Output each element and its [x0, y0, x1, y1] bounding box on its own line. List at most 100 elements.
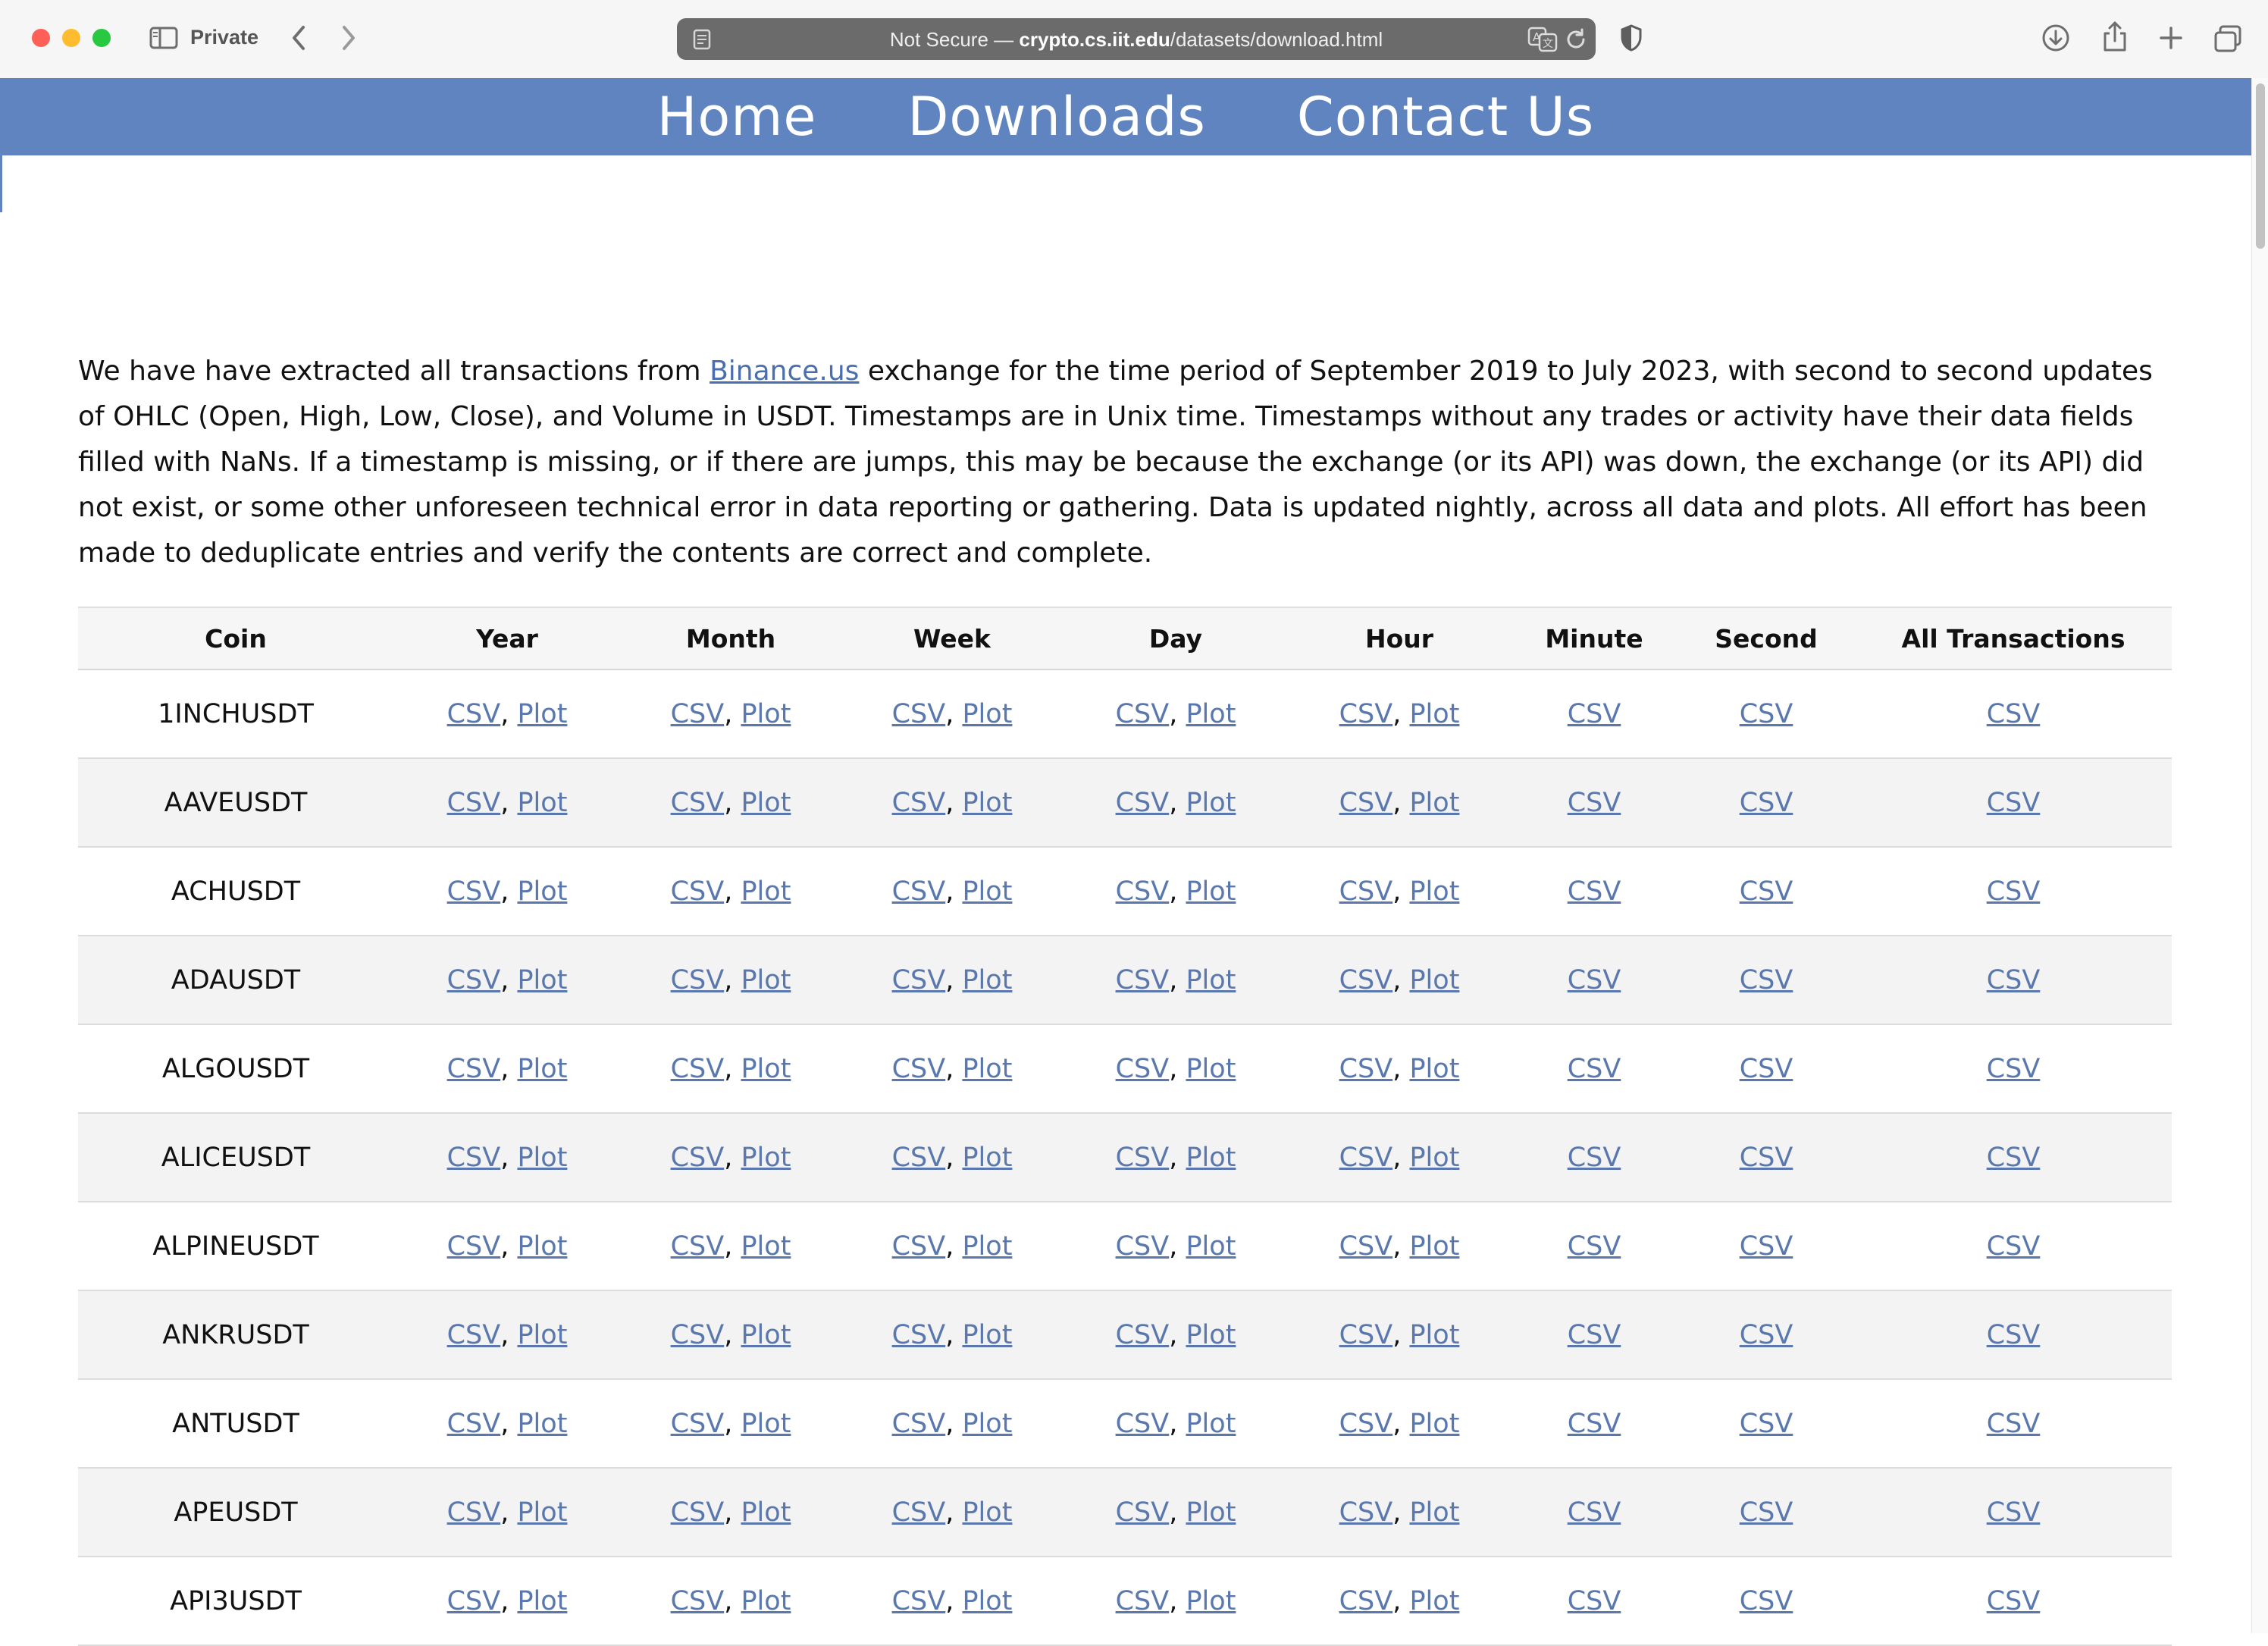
nav-contact-link[interactable]: Contact Us: [1297, 86, 1594, 148]
close-window-button[interactable]: [32, 29, 50, 47]
hour-csv-link[interactable]: CSV: [1339, 699, 1393, 729]
second-csv-link[interactable]: CSV: [1740, 699, 1793, 729]
second-csv-link[interactable]: CSV: [1740, 876, 1793, 907]
week-csv-link[interactable]: CSV: [892, 699, 946, 729]
day-plot-link[interactable]: Plot: [1186, 1409, 1236, 1439]
day-csv-link[interactable]: CSV: [1116, 1320, 1170, 1350]
minute-csv-link[interactable]: CSV: [1568, 1231, 1621, 1262]
hour-plot-link[interactable]: Plot: [1409, 1497, 1459, 1528]
hour-plot-link[interactable]: Plot: [1409, 1143, 1459, 1173]
all-transactions-csv-link[interactable]: CSV: [1987, 1409, 2041, 1439]
minute-csv-link[interactable]: CSV: [1568, 1586, 1621, 1616]
hour-plot-link[interactable]: Plot: [1409, 1054, 1459, 1084]
day-plot-link[interactable]: Plot: [1186, 1497, 1236, 1528]
day-plot-link[interactable]: Plot: [1186, 699, 1236, 729]
month-csv-link[interactable]: CSV: [671, 1497, 725, 1528]
second-csv-link[interactable]: CSV: [1740, 1143, 1793, 1173]
month-plot-link[interactable]: Plot: [741, 699, 791, 729]
year-csv-link[interactable]: CSV: [447, 876, 501, 907]
week-plot-link[interactable]: Plot: [962, 1143, 1012, 1173]
month-csv-link[interactable]: CSV: [671, 1143, 725, 1173]
week-csv-link[interactable]: CSV: [892, 788, 946, 818]
hour-plot-link[interactable]: Plot: [1409, 1231, 1459, 1262]
address-bar[interactable]: Not Secure — crypto.cs.iit.edu/datasets/…: [677, 18, 1596, 60]
week-csv-link[interactable]: CSV: [892, 1497, 946, 1528]
hour-csv-link[interactable]: CSV: [1339, 788, 1393, 818]
hour-csv-link[interactable]: CSV: [1339, 1497, 1393, 1528]
minute-csv-link[interactable]: CSV: [1568, 1320, 1621, 1350]
second-csv-link[interactable]: CSV: [1740, 1586, 1793, 1616]
day-csv-link[interactable]: CSV: [1116, 1143, 1170, 1173]
day-csv-link[interactable]: CSV: [1116, 1054, 1170, 1084]
hour-csv-link[interactable]: CSV: [1339, 1143, 1393, 1173]
year-csv-link[interactable]: CSV: [447, 1586, 501, 1616]
year-csv-link[interactable]: CSV: [447, 1409, 501, 1439]
month-csv-link[interactable]: CSV: [671, 1054, 725, 1084]
year-csv-link[interactable]: CSV: [447, 1231, 501, 1262]
month-csv-link[interactable]: CSV: [671, 699, 725, 729]
reload-icon[interactable]: [1564, 27, 1590, 52]
hour-csv-link[interactable]: CSV: [1339, 965, 1393, 995]
month-csv-link[interactable]: CSV: [671, 788, 725, 818]
minute-csv-link[interactable]: CSV: [1568, 965, 1621, 995]
back-chevron-icon[interactable]: [282, 21, 315, 55]
month-plot-link[interactable]: Plot: [741, 1586, 791, 1616]
year-csv-link[interactable]: CSV: [447, 1497, 501, 1528]
week-plot-link[interactable]: Plot: [962, 965, 1012, 995]
minimize-window-button[interactable]: [62, 29, 80, 47]
all-transactions-csv-link[interactable]: CSV: [1987, 1231, 2041, 1262]
nav-home-link[interactable]: Home: [657, 86, 817, 148]
hour-plot-link[interactable]: Plot: [1409, 1320, 1459, 1350]
minute-csv-link[interactable]: CSV: [1568, 699, 1621, 729]
year-plot-link[interactable]: Plot: [517, 788, 567, 818]
second-csv-link[interactable]: CSV: [1740, 965, 1793, 995]
year-csv-link[interactable]: CSV: [447, 788, 501, 818]
month-plot-link[interactable]: Plot: [741, 1409, 791, 1439]
day-csv-link[interactable]: CSV: [1116, 699, 1170, 729]
day-csv-link[interactable]: CSV: [1116, 965, 1170, 995]
second-csv-link[interactable]: CSV: [1740, 1497, 1793, 1528]
second-csv-link[interactable]: CSV: [1740, 1409, 1793, 1439]
zoom-window-button[interactable]: [92, 29, 111, 47]
day-plot-link[interactable]: Plot: [1186, 788, 1236, 818]
week-csv-link[interactable]: CSV: [892, 965, 946, 995]
week-plot-link[interactable]: Plot: [962, 788, 1012, 818]
day-csv-link[interactable]: CSV: [1116, 1231, 1170, 1262]
week-plot-link[interactable]: Plot: [962, 876, 1012, 907]
hour-csv-link[interactable]: CSV: [1339, 1586, 1393, 1616]
month-plot-link[interactable]: Plot: [741, 1320, 791, 1350]
day-plot-link[interactable]: Plot: [1186, 1143, 1236, 1173]
year-plot-link[interactable]: Plot: [517, 1054, 567, 1084]
hour-csv-link[interactable]: CSV: [1339, 1320, 1393, 1350]
year-csv-link[interactable]: CSV: [447, 1320, 501, 1350]
week-csv-link[interactable]: CSV: [892, 1054, 946, 1084]
week-plot-link[interactable]: Plot: [962, 1054, 1012, 1084]
week-plot-link[interactable]: Plot: [962, 1497, 1012, 1528]
new-tab-plus-icon[interactable]: [2154, 21, 2188, 55]
month-csv-link[interactable]: CSV: [671, 1586, 725, 1616]
second-csv-link[interactable]: CSV: [1740, 788, 1793, 818]
day-csv-link[interactable]: CSV: [1116, 876, 1170, 907]
hour-csv-link[interactable]: CSV: [1339, 1231, 1393, 1262]
day-plot-link[interactable]: Plot: [1186, 965, 1236, 995]
day-plot-link[interactable]: Plot: [1186, 1586, 1236, 1616]
hour-csv-link[interactable]: CSV: [1339, 1054, 1393, 1084]
second-csv-link[interactable]: CSV: [1740, 1054, 1793, 1084]
year-plot-link[interactable]: Plot: [517, 1320, 567, 1350]
minute-csv-link[interactable]: CSV: [1568, 1054, 1621, 1084]
share-icon[interactable]: [2098, 18, 2132, 55]
week-plot-link[interactable]: Plot: [962, 1231, 1012, 1262]
day-csv-link[interactable]: CSV: [1116, 1497, 1170, 1528]
all-transactions-csv-link[interactable]: CSV: [1987, 1586, 2041, 1616]
day-plot-link[interactable]: Plot: [1186, 1054, 1236, 1084]
month-csv-link[interactable]: CSV: [671, 1231, 725, 1262]
scrollbar-thumb[interactable]: [2256, 83, 2265, 249]
week-csv-link[interactable]: CSV: [892, 1143, 946, 1173]
hour-plot-link[interactable]: Plot: [1409, 1586, 1459, 1616]
all-transactions-csv-link[interactable]: CSV: [1987, 788, 2041, 818]
hour-plot-link[interactable]: Plot: [1409, 1409, 1459, 1439]
nav-downloads-link[interactable]: Downloads: [907, 86, 1205, 148]
hour-csv-link[interactable]: CSV: [1339, 876, 1393, 907]
tab-overview-icon[interactable]: [2210, 21, 2245, 56]
day-plot-link[interactable]: Plot: [1186, 1320, 1236, 1350]
